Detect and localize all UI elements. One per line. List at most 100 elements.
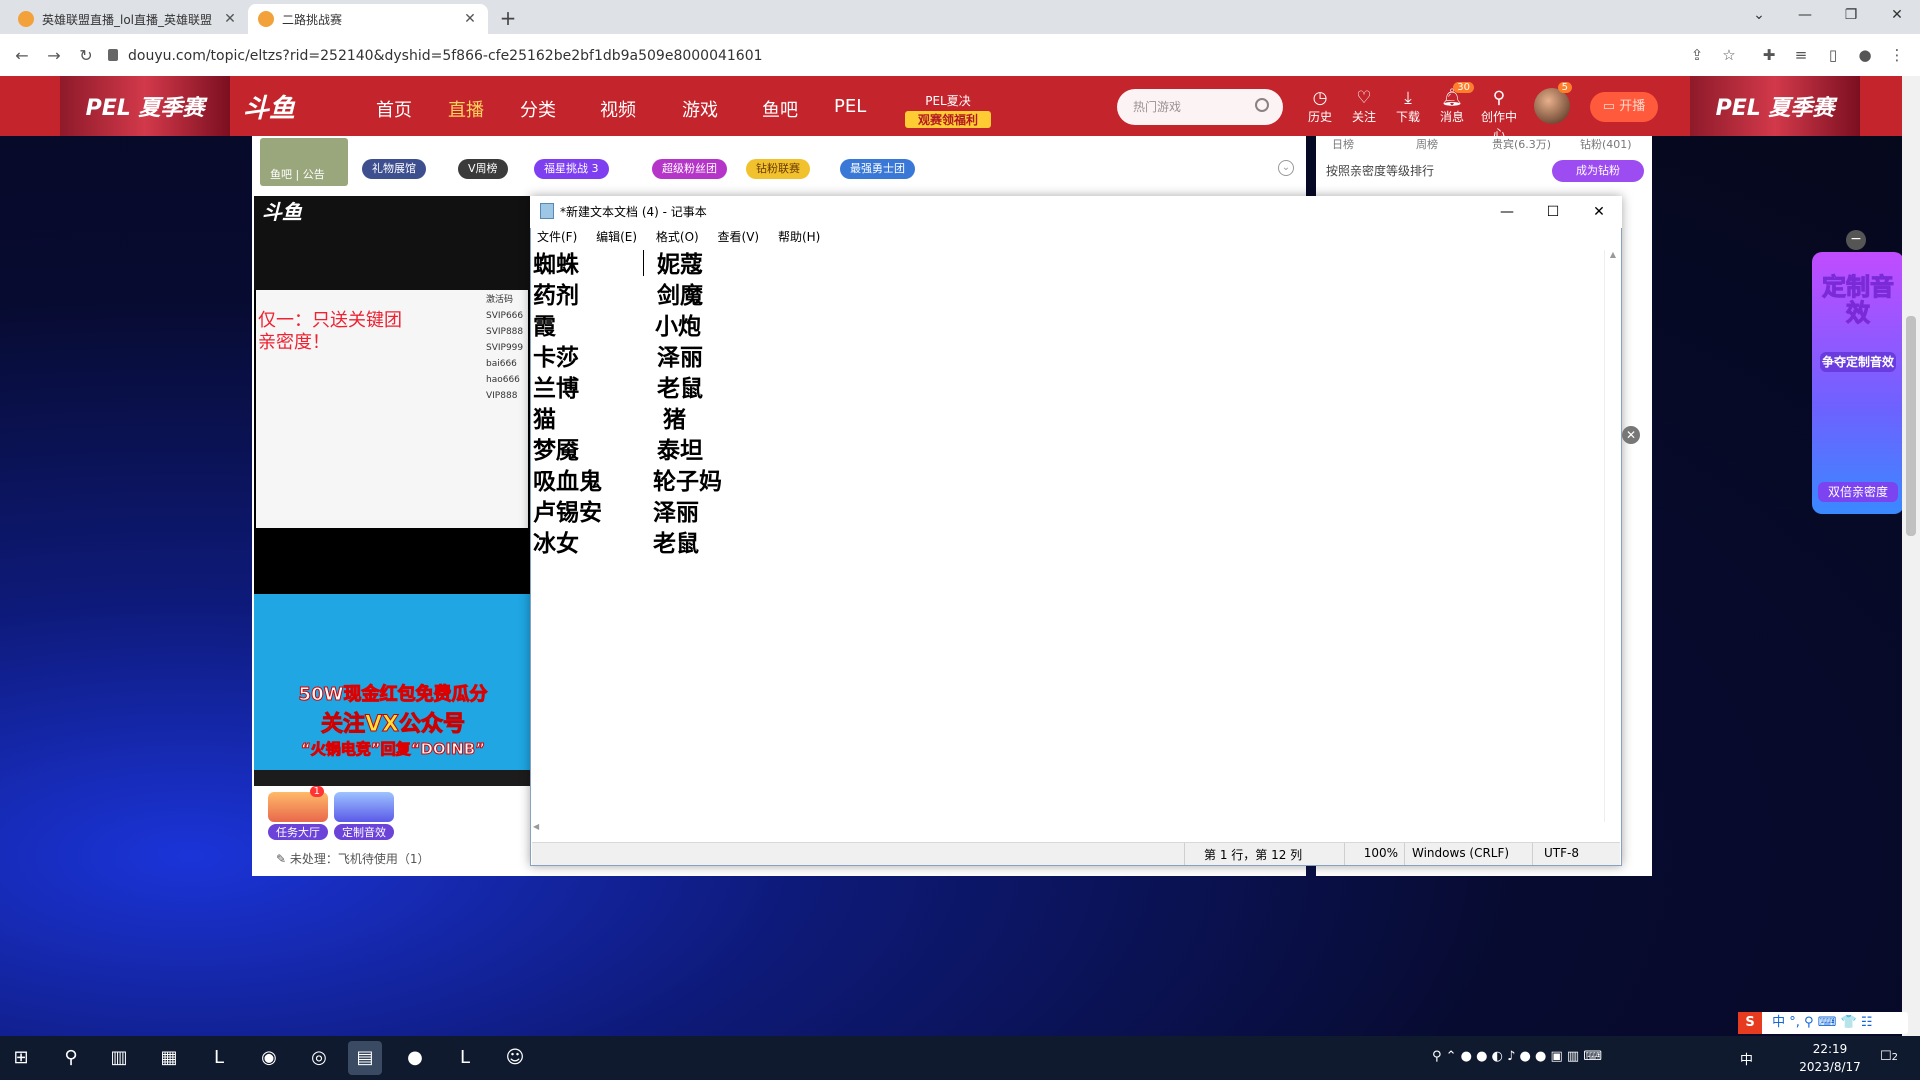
video-red-note: 仅一：只送关键团 亲密度！ — [258, 310, 402, 354]
browser-tab-active[interactable]: 二路挑战赛 ✕ — [248, 4, 488, 34]
code-item: SVIP888 — [486, 327, 524, 337]
tab-vip[interactable]: 贵宾(6.3万) — [1492, 136, 1551, 152]
notepad-close-button[interactable]: ✕ — [1576, 196, 1622, 228]
new-tab-button[interactable]: + — [494, 6, 522, 30]
search-icon[interactable] — [1255, 98, 1269, 112]
notepad-text-area[interactable]: 蜘蛛 药剂 霞 卡莎 兰博 猫 梦魇 吸血鬼 卢锡安 冰女 妮蔻 剑魔 小炮 泽… — [533, 250, 1603, 820]
douyu-favicon-icon — [18, 11, 34, 27]
creator-center-button[interactable]: ⚲ 创作中心 — [1476, 88, 1522, 142]
tab-close-icon[interactable]: ✕ — [222, 11, 238, 27]
back-icon[interactable]: ← — [10, 44, 34, 68]
panel-close-icon[interactable]: ✕ — [1622, 426, 1640, 444]
douyu-taskbar-icon[interactable]: ☺ — [498, 1041, 532, 1075]
scroll-thumb[interactable] — [1906, 316, 1916, 536]
custom-sound-widget[interactable]: 定制音效 争夺定制音效 双倍亲密度 — [1812, 252, 1904, 514]
notepad-maximize-button[interactable]: ☐ — [1530, 196, 1576, 228]
tab-daily[interactable]: 日榜 — [1332, 136, 1354, 152]
share-icon[interactable]: ⇪ — [1686, 44, 1708, 66]
pel-banner-right[interactable]: PEL 夏季赛 — [1690, 76, 1860, 136]
expand-chevron-icon[interactable]: ⌄ — [1278, 160, 1294, 176]
notepad-minimize-button[interactable]: — — [1484, 196, 1530, 228]
league-icon[interactable]: L — [448, 1041, 482, 1075]
follow-button[interactable]: ♡ 关注 — [1344, 88, 1384, 125]
pill-super-fans[interactable]: 超级粉丝团 — [652, 159, 727, 179]
left-line: 冰女 — [533, 531, 579, 557]
tab-search-icon[interactable]: ⌄ — [1736, 0, 1782, 30]
pill-brave-team[interactable]: 最强勇士团 — [840, 159, 915, 179]
profile-icon[interactable]: ● — [1854, 44, 1876, 66]
notepad-taskbar-icon[interactable]: ▤ — [348, 1041, 382, 1075]
menu-format[interactable]: 格式(O) — [656, 230, 699, 244]
media-icon[interactable]: ≡ — [1790, 44, 1812, 66]
nav-live[interactable]: 直播 — [448, 96, 484, 122]
ime-mode: 中 — [1772, 1015, 1786, 1030]
start-live-button[interactable]: ▭ 开播 — [1590, 92, 1658, 122]
menu-view[interactable]: 查看(V) — [718, 230, 760, 244]
menu-edit[interactable]: 编辑(E) — [596, 230, 637, 244]
clock[interactable]: 22:19 2023/8/17 — [1780, 1040, 1880, 1076]
browser-tab[interactable]: 英雄联盟直播_lol直播_英雄联盟 ✕ — [8, 4, 248, 34]
clock-time: 22:19 — [1812, 1042, 1848, 1056]
task-hall-button[interactable]: 任务大厅 1 — [268, 786, 328, 840]
custom-sound-button[interactable]: 定制音效 — [334, 792, 394, 840]
reload-icon[interactable]: ↻ — [74, 44, 98, 68]
left-column: 蜘蛛 药剂 霞 卡莎 兰博 猫 梦魇 吸血鬼 卢锡安 冰女 — [533, 250, 602, 560]
pel-promo[interactable]: PEL夏决 观赛领福利 — [905, 92, 991, 128]
nav-home[interactable]: 首页 — [376, 96, 412, 122]
messages-button[interactable]: 🔔︎ 消息 30 — [1432, 82, 1474, 125]
nav-games[interactable]: 游戏 — [682, 96, 718, 122]
forward-icon[interactable]: → — [42, 44, 66, 68]
widget-close-icon[interactable]: − — [1846, 230, 1866, 250]
menu-icon[interactable]: ⋮ — [1886, 44, 1908, 66]
tray-icons[interactable]: ⚲ ⌃ ● ● ◐ ♪ ● ● ▣ ▥ ⌨ — [1432, 1049, 1602, 1064]
download-icon: ⤓ — [1404, 88, 1412, 108]
become-diamond-button[interactable]: 成为钻粉 — [1552, 160, 1644, 182]
bookmark-star-icon[interactable]: ☆ — [1718, 44, 1740, 66]
notepad-vertical-scrollbar[interactable]: ▲ — [1604, 250, 1621, 822]
download-button[interactable]: ⤓ 下载 — [1388, 88, 1428, 125]
pending-notice[interactable]: ✎ 未处理：飞机待使用（1） — [276, 850, 430, 867]
nav-category[interactable]: 分类 — [520, 96, 556, 122]
app-green-icon[interactable]: ● — [398, 1041, 432, 1075]
nav-pel[interactable]: PEL — [834, 96, 866, 117]
page-scrollbar[interactable] — [1902, 76, 1920, 1036]
pill-diamond-league[interactable]: 钻粉联赛 — [746, 159, 810, 179]
search-icon[interactable]: ⚲ — [54, 1041, 88, 1075]
lock-icon — [108, 49, 118, 61]
history-button[interactable]: ◷ 历史 — [1300, 88, 1340, 125]
address-bar[interactable]: douyu.com/topic/eltzs?rid=252140&dyshid=… — [108, 44, 1688, 68]
nav-video[interactable]: 视频 — [600, 96, 636, 122]
tab-weekly[interactable]: 周榜 — [1416, 136, 1438, 152]
restore-button[interactable]: ❐ — [1828, 0, 1874, 30]
minimize-button[interactable]: — — [1782, 0, 1828, 30]
close-button[interactable]: ✕ — [1874, 0, 1920, 30]
notification-center-icon[interactable]: ☐2 — [1880, 1049, 1898, 1064]
menu-file[interactable]: 文件(F) — [537, 230, 577, 244]
task-view-icon[interactable]: ▥ — [102, 1041, 136, 1075]
obs-icon[interactable]: ◎ — [302, 1041, 336, 1075]
calculator-icon[interactable]: ▦ — [152, 1041, 186, 1075]
menu-help[interactable]: 帮助(H) — [778, 230, 820, 244]
nav-fishbar[interactable]: 鱼吧 — [762, 96, 798, 122]
notepad-horizontal-scrollbar[interactable]: ◀ — [533, 822, 1603, 838]
tab-close-icon[interactable]: ✕ — [462, 11, 478, 27]
chrome-icon[interactable]: ◉ — [252, 1041, 286, 1075]
notepad-titlebar[interactable]: *新建文本文档 (4) - 记事本 — [530, 196, 1622, 228]
banner-line1: 50W现金红包免费瓜分 — [298, 684, 488, 706]
avatar[interactable]: 5 — [1534, 82, 1572, 124]
sidepanel-icon[interactable]: ▯ — [1822, 44, 1844, 66]
start-icon[interactable]: ⊞ — [4, 1041, 38, 1075]
pill-gift-hall[interactable]: 礼物展馆 — [362, 159, 426, 179]
pel-banner-left[interactable]: PEL 夏季赛 — [60, 76, 230, 136]
ime-toolbar[interactable]: S 中 °, ⚲ ⌨ 👕 ☷ — [1738, 1012, 1908, 1034]
pill-vweek[interactable]: V周榜 — [458, 159, 508, 179]
search-input[interactable]: 热门游戏 — [1117, 89, 1283, 125]
pill-lucky-star[interactable]: 福星挑战 3 — [534, 159, 609, 179]
tab-diamond[interactable]: 钻粉(401) — [1580, 136, 1632, 152]
extensions-icon[interactable]: ✚ — [1758, 44, 1780, 66]
status-position: 第 1 行，第 12 列 — [1204, 848, 1303, 862]
code-item: hao666 — [486, 375, 520, 385]
douyu-logo[interactable]: 斗鱼 — [243, 88, 319, 124]
tray-ime[interactable]: 中 — [1740, 1049, 1753, 1068]
league-client-icon[interactable]: L — [202, 1041, 236, 1075]
